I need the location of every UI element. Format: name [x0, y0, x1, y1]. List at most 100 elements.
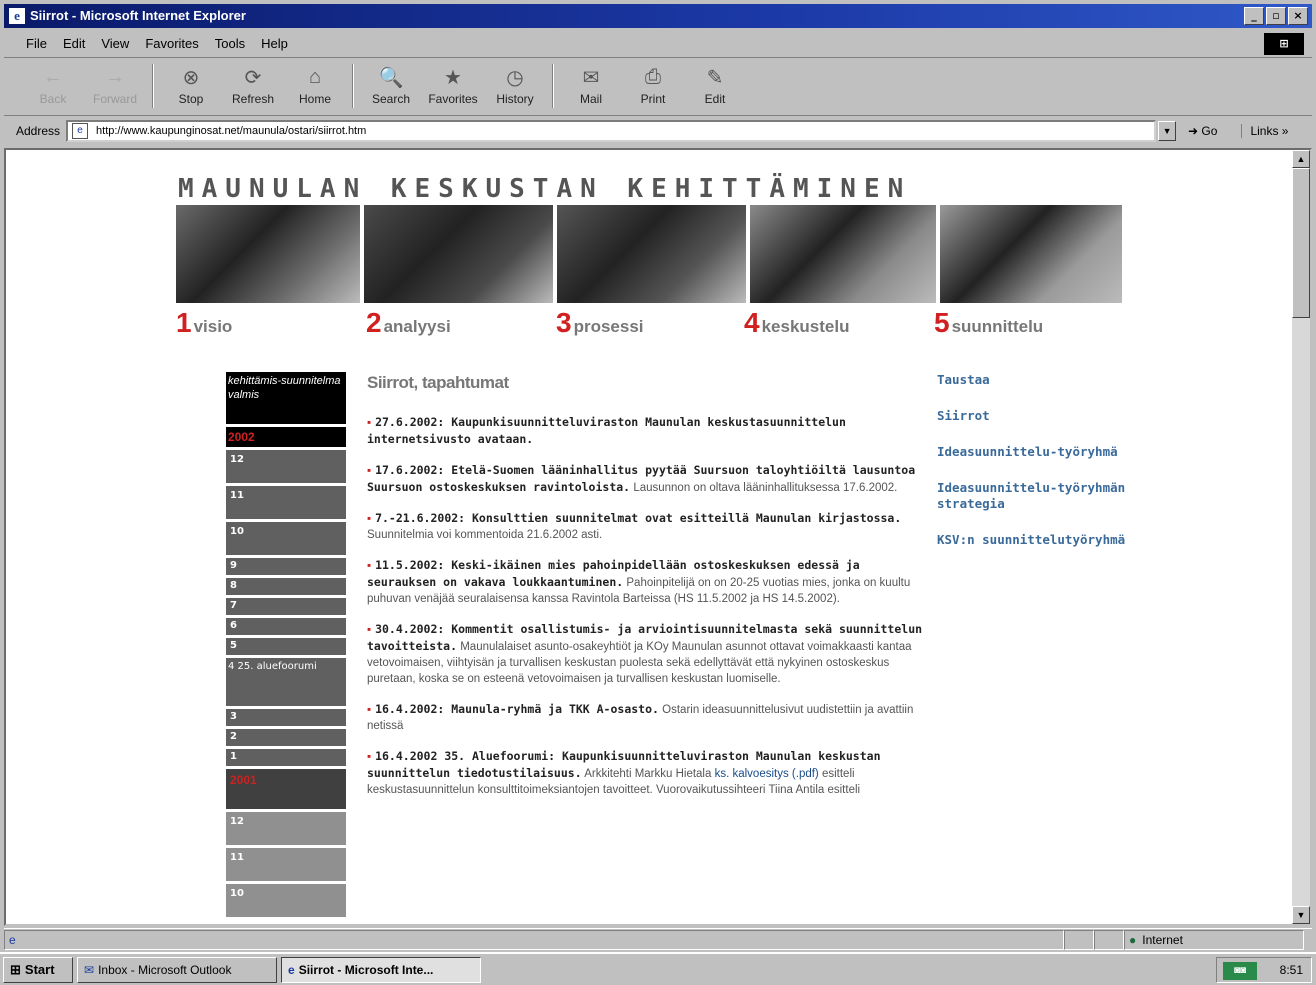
window-title: Siirrot - Microsoft Internet Explorer	[30, 8, 246, 23]
step-link-analyysi[interactable]: 2 analyysi	[366, 308, 451, 342]
favorites-button[interactable]: ★ Favorites	[422, 64, 484, 112]
nav-month-1[interactable]: 1	[226, 749, 346, 766]
menu-help[interactable]: Help	[261, 36, 288, 51]
toolbar-label: Favorites	[428, 92, 478, 106]
step-number: 3	[556, 307, 572, 338]
slides-link[interactable]: ks. kalvoesitys (.pdf)	[715, 768, 819, 780]
menu-tools[interactable]: Tools	[215, 36, 245, 51]
vertical-scrollbar[interactable]: ▲ ▼	[1292, 150, 1310, 924]
nav-month-9[interactable]: 9	[226, 558, 346, 575]
home-icon: ⌂	[308, 65, 322, 88]
news-list: ▪ 27.6.2002: Kaupunkisuunnitteluviraston …	[367, 414, 927, 798]
nav-2001-month-11[interactable]: 11	[226, 848, 346, 881]
nav-plan-ready[interactable]: kehittämis-suunnitelma valmis	[226, 372, 346, 424]
step-link-visio[interactable]: 1 visio	[176, 308, 232, 342]
toolbar-label: Print	[640, 92, 666, 106]
news-description: Suunnitelmia voi kommentoida 21.6.2002 a…	[367, 529, 603, 541]
refresh-button[interactable]: ⟳ Refresh	[222, 64, 284, 112]
page-icon: e	[72, 123, 89, 139]
mail-button[interactable]: ✉ Mail	[560, 64, 622, 112]
go-button[interactable]: ➜ Go	[1188, 124, 1217, 138]
toolbar-label: Home	[298, 92, 331, 106]
right-nav-link[interactable]: Siirrot	[937, 408, 1137, 424]
page-viewport[interactable]: MAUNULAN KESKUSTAN KEHITTÄMINEN 1 visio 2 a…	[4, 148, 1312, 926]
outlook-icon: ✉	[84, 962, 95, 977]
nav-month-2[interactable]: 2	[226, 729, 346, 746]
news-item: ▪ 17.6.2002: Etelä-Suomen lääninhallitus …	[367, 462, 927, 496]
tray-icons[interactable]: ◙◙	[1223, 962, 1257, 980]
nav-month-4[interactable]: 4 25. aluefoorumi	[226, 658, 346, 706]
news-headline: 7.-21.6.2002: Konsulttien suunnitelmat o…	[375, 511, 902, 525]
window-controls: _ ▫ ×	[1244, 7, 1308, 25]
scroll-up-button[interactable]: ▲	[1292, 150, 1310, 168]
photo-1[interactable]	[176, 205, 364, 303]
nav-year-2001[interactable]: 2001	[226, 769, 346, 809]
nav-month-12[interactable]: 12	[226, 450, 346, 483]
menu-file[interactable]: File	[26, 36, 47, 51]
nav-month-6[interactable]: 6	[226, 618, 346, 635]
right-nav-link[interactable]: Taustaa	[937, 372, 1137, 388]
nav-month-11[interactable]: 11	[226, 486, 346, 519]
right-nav: Taustaa Siirrot Ideasuunnittelu-työryhmä Id…	[937, 372, 1137, 568]
address-dropdown-button[interactable]: ▼	[1158, 121, 1177, 141]
news-headline: 16.4.2002: Maunula-ryhmä ja TKK A-osasto…	[375, 702, 659, 716]
print-button[interactable]: ⎙ Print	[622, 64, 684, 112]
address-url: http://www.kaupunginosat.net/maunula/ost…	[96, 125, 367, 137]
history-button[interactable]: ◷ History	[484, 64, 546, 112]
title-bar[interactable]: e Siirrot - Microsoft Internet Explorer …	[4, 4, 1312, 28]
back-button[interactable]: ← Back	[22, 64, 84, 112]
nav-2001-month-10[interactable]: 10	[226, 884, 346, 917]
task-ie[interactable]: e Siirrot - Microsoft Inte...	[281, 956, 481, 983]
stop-button[interactable]: ⊗ Stop	[160, 64, 222, 112]
nav-2001-month-12[interactable]: 12	[226, 812, 346, 845]
back-arrow-icon: ←	[43, 65, 63, 88]
globe-icon: ●	[1129, 932, 1137, 947]
links-button[interactable]: Links »	[1241, 124, 1288, 138]
clock: 8:51	[1279, 963, 1303, 977]
menu-view[interactable]: View	[101, 36, 129, 51]
scroll-down-button[interactable]: ▼	[1292, 906, 1310, 924]
scroll-thumb[interactable]	[1292, 168, 1310, 318]
step-link-keskustelu[interactable]: 4 keskustelu	[744, 308, 849, 342]
start-button[interactable]: ⊞ Start	[3, 956, 73, 983]
toolbar-label: Forward	[92, 92, 137, 106]
zone-label: Internet	[1142, 932, 1183, 947]
step-link-suunnittelu[interactable]: 5 suunnittelu	[934, 308, 1043, 342]
news-item: ▪ 27.6.2002: Kaupunkisuunnitteluviraston …	[367, 414, 927, 448]
photo-4[interactable]	[750, 205, 940, 303]
right-nav-link[interactable]: Ideasuunnittelu-työryhmän strategia	[937, 480, 1137, 512]
photo-2[interactable]	[364, 205, 557, 303]
right-nav-link[interactable]: KSV:n suunnittelutyöryhmä	[937, 532, 1137, 548]
left-nav: kehittämis-suunnitelma valmis 2002 12 11 10 9…	[226, 372, 346, 920]
search-button[interactable]: 🔍 Search	[360, 64, 422, 112]
task-outlook[interactable]: ✉ Inbox - Microsoft Outlook	[77, 956, 277, 983]
minimize-button[interactable]: _	[1244, 7, 1264, 25]
news-item: ▪ 16.4.2002 35. Aluefoorumi: Kaupunkisuun…	[367, 748, 927, 798]
photo-5[interactable]	[940, 205, 1126, 303]
home-button[interactable]: ⌂ Home	[284, 64, 346, 112]
photo-3[interactable]	[557, 205, 750, 303]
news-item: ▪ 30.4.2002: Kommentit osallistumis- ja a…	[367, 621, 927, 687]
nav-month-3[interactable]: 3	[226, 709, 346, 726]
nav-year-2002[interactable]: 2002	[226, 427, 346, 447]
edit-icon: ✎	[706, 66, 724, 89]
nav-month-7[interactable]: 7	[226, 598, 346, 615]
maximize-button[interactable]: ▫	[1266, 7, 1286, 25]
taskbar: ⊞ Start ✉ Inbox - Microsoft Outlook e Si…	[0, 952, 1316, 985]
close-button[interactable]: ×	[1288, 7, 1308, 25]
nav-month-10[interactable]: 10	[226, 522, 346, 555]
right-nav-link[interactable]: Ideasuunnittelu-työryhmä	[937, 444, 1137, 460]
forward-arrow-icon: →	[105, 65, 125, 88]
menu-favorites[interactable]: Favorites	[145, 36, 198, 51]
address-input[interactable]: e http://www.kaupunginosat.net/maunula/o…	[66, 120, 1157, 142]
edit-button[interactable]: ✎ Edit	[684, 64, 746, 112]
toolbar-separator	[352, 64, 354, 108]
step-link-prosessi[interactable]: 3 prosessi	[556, 308, 644, 342]
menu-edit[interactable]: Edit	[63, 36, 85, 51]
nav-month-8[interactable]: 8	[226, 578, 346, 595]
toolbar-separator	[152, 64, 154, 108]
nav-month-5[interactable]: 5	[226, 638, 346, 655]
page-headline: MAUNULAN KESKUSTAN KEHITTÄMINEN	[178, 174, 912, 204]
forward-button[interactable]: → Forward	[84, 64, 146, 112]
toolbar-separator	[552, 64, 554, 108]
